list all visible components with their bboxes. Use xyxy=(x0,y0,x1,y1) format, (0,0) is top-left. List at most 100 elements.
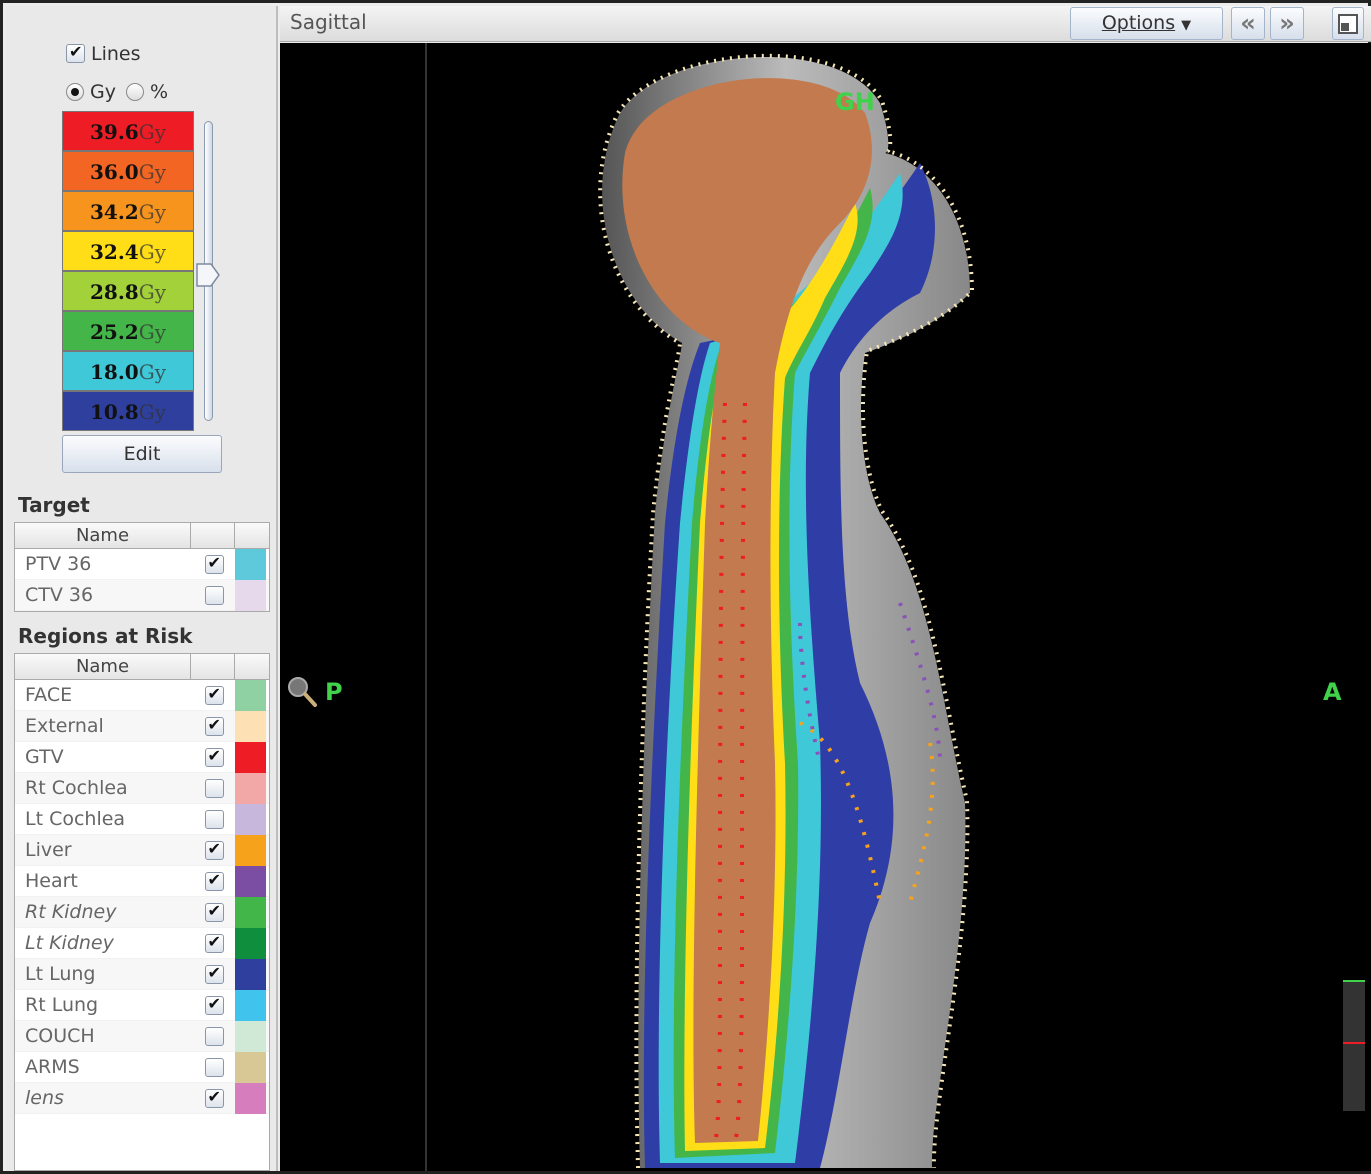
region-name: lens xyxy=(25,1087,64,1109)
region-visibility-checkbox[interactable] xyxy=(204,870,224,891)
region-color-swatch[interactable] xyxy=(235,710,266,742)
lines-toggle[interactable]: Lines xyxy=(66,42,141,65)
region-visibility-checkbox[interactable] xyxy=(204,901,224,922)
edit-button[interactable]: Edit xyxy=(62,435,222,473)
risk-table-header: Name xyxy=(15,654,269,680)
region-visibility-checkbox[interactable] xyxy=(204,779,224,798)
risk-rows: FACE External GTV Rt Cochlea Lt Cochlea Liver… xyxy=(15,679,269,1114)
target-table-header: Name xyxy=(15,523,269,549)
double-chevron-left-icon[interactable]: « xyxy=(1231,7,1265,40)
region-visibility-cell xyxy=(193,901,235,922)
anterior-orientation-label: A xyxy=(1323,678,1342,706)
isodose-value: 18.0 xyxy=(90,360,139,384)
isodose-value: 34.2 xyxy=(90,200,139,224)
region-color-swatch[interactable] xyxy=(235,1020,266,1052)
magnifier-icon[interactable] xyxy=(286,675,318,709)
target-row[interactable]: CTV 36 xyxy=(15,579,269,611)
region-color-swatch[interactable] xyxy=(235,927,266,959)
target-table: Name PTV 36 CTV 36 xyxy=(14,522,270,612)
region-visibility-checkbox[interactable] xyxy=(204,932,224,953)
region-row[interactable]: lens xyxy=(15,1082,269,1114)
region-visibility-cell xyxy=(193,684,235,705)
region-color-swatch[interactable] xyxy=(235,989,266,1021)
region-row[interactable]: Lt Lung xyxy=(15,958,269,990)
region-visibility-cell xyxy=(193,715,235,736)
isodose-level-1[interactable]: 36.0Gy xyxy=(62,151,194,191)
chevron-down-icon: ▼ xyxy=(1181,18,1192,33)
region-row[interactable]: ARMS xyxy=(15,1051,269,1083)
region-row[interactable]: Rt Cochlea xyxy=(15,772,269,804)
window-layout-icon[interactable] xyxy=(1332,7,1364,40)
region-visibility-checkbox[interactable] xyxy=(204,1087,224,1108)
region-color-swatch[interactable] xyxy=(235,1051,266,1083)
region-color-swatch[interactable] xyxy=(235,772,266,804)
isodose-level-4[interactable]: 28.8Gy xyxy=(62,271,194,311)
region-row[interactable]: Heart xyxy=(15,865,269,897)
region-color-swatch[interactable] xyxy=(235,865,266,897)
region-visibility-checkbox[interactable] xyxy=(204,839,224,860)
risk-visible-header[interactable] xyxy=(191,654,235,679)
region-row[interactable]: FACE xyxy=(15,679,269,711)
isodose-level-7[interactable]: 10.8Gy xyxy=(62,391,194,431)
target-visibility-checkbox[interactable] xyxy=(204,553,224,574)
unit-percent-radio[interactable] xyxy=(125,82,144,101)
target-visibility-checkbox[interactable] xyxy=(204,586,224,605)
region-row[interactable]: Lt Kidney xyxy=(15,927,269,959)
target-row[interactable]: PTV 36 xyxy=(15,548,269,580)
region-visibility-checkbox[interactable] xyxy=(204,994,224,1015)
region-visibility-checkbox[interactable] xyxy=(204,810,224,829)
isodose-level-0[interactable]: 39.6Gy xyxy=(62,111,194,151)
region-visibility-checkbox[interactable] xyxy=(204,746,224,767)
double-chevron-right-icon[interactable]: » xyxy=(1270,7,1304,40)
isodose-level-5[interactable]: 25.2Gy xyxy=(62,311,194,351)
view-title: Sagittal xyxy=(290,10,367,34)
region-color-swatch[interactable] xyxy=(235,1082,266,1114)
target-name-header[interactable]: Name xyxy=(15,523,191,548)
region-color-swatch[interactable] xyxy=(235,896,266,928)
region-row[interactable]: GTV xyxy=(15,741,269,773)
region-color-swatch[interactable] xyxy=(235,834,266,866)
region-visibility-checkbox[interactable] xyxy=(204,684,224,705)
isodose-unit: Gy xyxy=(138,160,166,184)
isodose-level-2[interactable]: 34.2Gy xyxy=(62,191,194,231)
region-color-swatch[interactable] xyxy=(235,958,266,990)
lines-checkbox[interactable] xyxy=(66,42,85,63)
region-row[interactable]: Lt Cochlea xyxy=(15,803,269,835)
target-visibility-cell xyxy=(193,553,235,574)
target-visible-header[interactable] xyxy=(191,523,235,548)
region-color-swatch[interactable] xyxy=(235,679,266,711)
region-row[interactable]: Rt Kidney xyxy=(15,896,269,928)
target-color-header[interactable] xyxy=(235,523,269,548)
region-name: ARMS xyxy=(25,1056,80,1078)
unit-percent-label: % xyxy=(149,80,169,103)
isodose-level-3[interactable]: 32.4Gy xyxy=(62,231,194,271)
region-visibility-checkbox[interactable] xyxy=(204,715,224,736)
region-row[interactable]: Rt Lung xyxy=(15,989,269,1021)
target-color-swatch[interactable] xyxy=(235,579,266,611)
region-row[interactable]: Liver xyxy=(15,834,269,866)
isodose-slider-thumb[interactable] xyxy=(195,261,221,289)
unit-selector: Gy% xyxy=(66,80,178,103)
region-name: Liver xyxy=(25,839,72,861)
risk-name-header[interactable]: Name xyxy=(15,654,191,679)
region-visibility-checkbox[interactable] xyxy=(204,1058,224,1077)
options-button[interactable]: Options ▼ xyxy=(1070,7,1223,40)
unit-gy-radio[interactable] xyxy=(66,82,84,101)
region-visibility-cell xyxy=(193,778,235,798)
target-color-swatch[interactable] xyxy=(235,548,266,580)
isodose-value: 25.2 xyxy=(90,320,139,344)
region-name: Heart xyxy=(25,870,78,892)
target-visibility-cell xyxy=(193,585,235,605)
region-visibility-checkbox[interactable] xyxy=(204,963,224,984)
region-name: FACE xyxy=(25,684,73,706)
risk-color-header[interactable] xyxy=(235,654,269,679)
region-row[interactable]: COUCH xyxy=(15,1020,269,1052)
target-name: PTV 36 xyxy=(25,553,92,575)
region-color-swatch[interactable] xyxy=(235,741,266,773)
target-name: CTV 36 xyxy=(25,584,94,606)
region-color-swatch[interactable] xyxy=(235,803,266,835)
isodose-level-6[interactable]: 18.0Gy xyxy=(62,351,194,391)
region-row[interactable]: External xyxy=(15,710,269,742)
sagittal-viewport[interactable]: GH P A xyxy=(280,43,1371,1171)
region-visibility-checkbox[interactable] xyxy=(204,1027,224,1046)
